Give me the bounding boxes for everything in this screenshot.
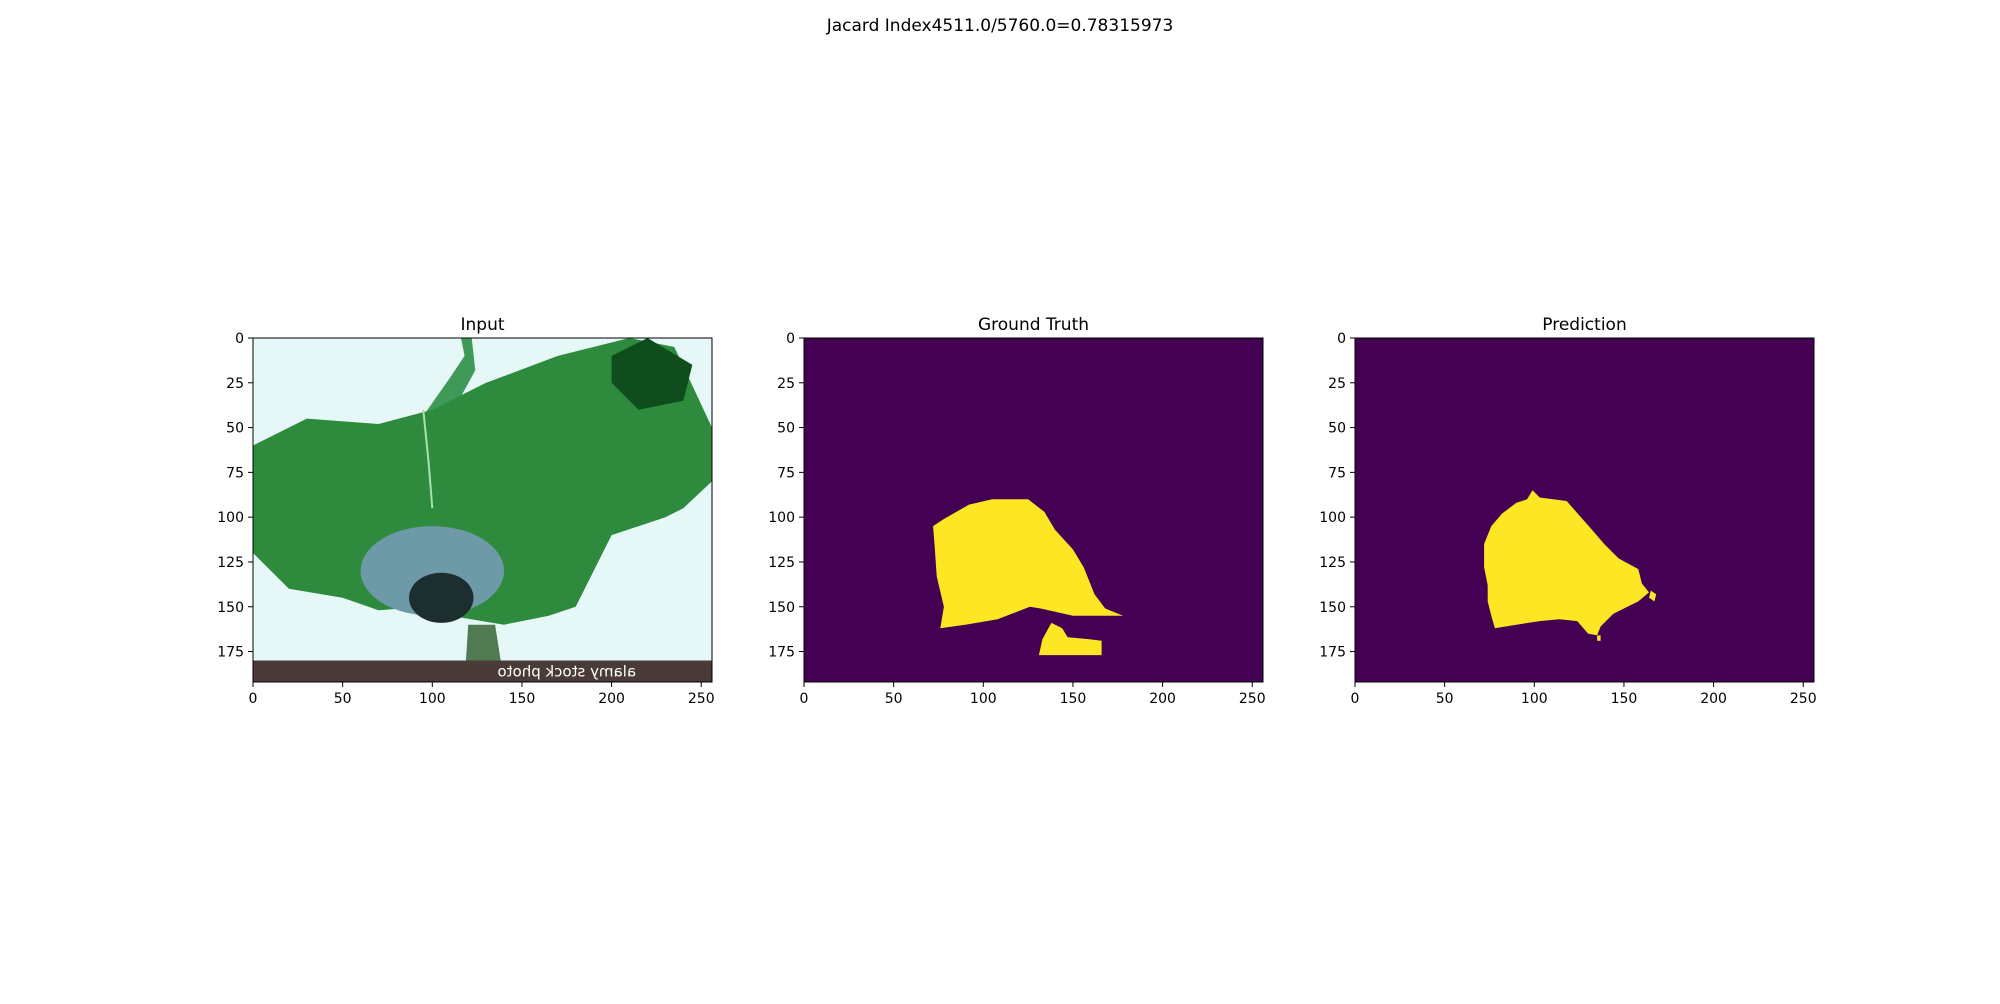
input-xtick-label: 50: [334, 691, 352, 707]
ground-truth-xtick-label: 200: [1149, 691, 1176, 707]
ground-truth-xtick-label: 250: [1239, 691, 1266, 707]
input-xtick-label: 250: [688, 691, 715, 707]
ground-truth-ytick-label: 175: [768, 645, 795, 661]
prediction-axes: Prediction 0 50 100 150 200 250 0 25 50 75 100 125 15…: [1319, 315, 1816, 707]
prediction-ytick-label: 125: [1319, 555, 1346, 571]
input-ytick-label: 100: [217, 510, 244, 526]
ground-truth-xtick-label: 50: [885, 691, 903, 707]
input-axes: alamy stock photo Input 0 50 100 150 200 250 0 25…: [217, 315, 714, 707]
input-ytick-label: 25: [226, 376, 244, 392]
ground-truth-title: Ground Truth: [978, 315, 1089, 335]
input-ytick-label: 175: [217, 645, 244, 661]
ground-truth-ytick-label: 125: [768, 555, 795, 571]
prediction-ytick-label: 0: [1337, 331, 1346, 347]
input-xtick-label: 200: [598, 691, 625, 707]
disease-patch-dark: [408, 572, 474, 623]
ground-truth-xtick-label: 100: [970, 691, 997, 707]
subplots-canvas: alamy stock photoInput0 50 100 150 200 250025…: [217, 315, 1816, 707]
prediction-ytick-label: 75: [1328, 465, 1346, 481]
ground-truth-image: [804, 338, 1263, 682]
prediction-ytick-label: 100: [1319, 510, 1346, 526]
prediction-xtick-label: 200: [1700, 691, 1727, 707]
input-xtick-label: 150: [509, 691, 536, 707]
ground-truth-ytick-label: 100: [768, 510, 795, 526]
input-ytick-label: 50: [226, 421, 244, 437]
prediction-mask-background: [1355, 338, 1814, 682]
figure-suptitle: Jacard Index4511.0/5760.0=0.78315973: [826, 16, 1174, 36]
ground-truth-ytick-label: 150: [768, 600, 795, 616]
watermark-bar: [253, 660, 712, 682]
input-xtick-label: 0: [249, 691, 258, 707]
ground-truth-axes: Ground Truth 0 50 100 150 200 250 0 25 50 75 100 125…: [768, 315, 1265, 707]
prediction-ytick-label: 25: [1328, 376, 1346, 392]
watermark-text: alamy stock photo: [497, 663, 636, 681]
ground-truth-ytick-label: 0: [786, 331, 795, 347]
prediction-image: [1355, 338, 1814, 682]
prediction-xtick-label: 150: [1611, 691, 1638, 707]
ground-truth-xtick-label: 150: [1060, 691, 1087, 707]
prediction-xtick-label: 50: [1436, 691, 1454, 707]
prediction-xtick-label: 250: [1790, 691, 1817, 707]
prediction-ytick-label: 50: [1328, 421, 1346, 437]
input-ytick-label: 125: [217, 555, 244, 571]
figure: Jacard Index4511.0/5760.0=0.78315973 ala…: [0, 0, 2000, 1000]
ground-truth-xtick-label: 0: [800, 691, 809, 707]
ground-truth-ytick-label: 50: [777, 421, 795, 437]
prediction-ytick-label: 175: [1319, 645, 1346, 661]
prediction-title: Prediction: [1542, 315, 1626, 335]
input-ytick-label: 150: [217, 600, 244, 616]
prediction-ytick-label: 150: [1319, 600, 1346, 616]
input-xtick-label: 100: [419, 691, 446, 707]
input-image: alamy stock photo: [253, 338, 712, 682]
input-ytick-label: 0: [235, 331, 244, 347]
ground-truth-ytick-label: 75: [777, 465, 795, 481]
input-title: Input: [460, 315, 504, 335]
input-ytick-label: 75: [226, 465, 244, 481]
prediction-mask-region: [1597, 635, 1601, 641]
prediction-xtick-label: 0: [1351, 691, 1360, 707]
prediction-xtick-label: 100: [1521, 691, 1548, 707]
ground-truth-ytick-label: 25: [777, 376, 795, 392]
